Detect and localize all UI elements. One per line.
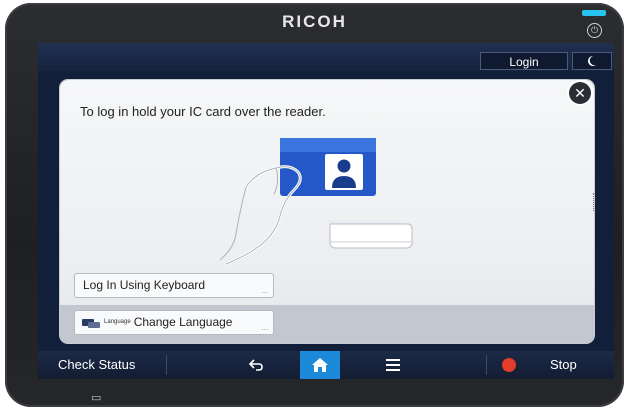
language-icon xyxy=(82,318,100,328)
change-language-button[interactable]: Language Change Language … xyxy=(74,310,274,335)
night-mode-button[interactable] xyxy=(572,52,612,70)
close-icon: ✕ xyxy=(574,85,586,101)
check-status-button[interactable]: Check Status xyxy=(58,351,135,379)
language-caption: Language xyxy=(104,319,131,326)
ic-card-reader-illustration xyxy=(219,138,413,266)
home-icon xyxy=(312,358,328,372)
moon-icon xyxy=(588,56,596,66)
back-arrow-icon xyxy=(248,359,263,371)
stop-label: Stop xyxy=(550,357,577,372)
bar-divider xyxy=(486,355,487,375)
dialog-footer: Language Change Language … xyxy=(60,305,594,343)
menu-icon xyxy=(386,359,400,371)
top-bar: Login xyxy=(38,43,614,71)
back-button[interactable] xyxy=(248,351,272,379)
close-button[interactable]: ✕ xyxy=(569,82,591,104)
menu-button[interactable] xyxy=(386,351,406,379)
side-handle xyxy=(593,193,598,211)
stop-icon xyxy=(502,358,516,372)
device-bezel: RICOH ⏻ Login To log in hold your IC car… xyxy=(5,3,624,407)
login-dialog: To log in hold your IC card over the rea… xyxy=(60,80,594,343)
touch-screen: Login To log in hold your IC card over t… xyxy=(38,43,614,379)
status-led xyxy=(582,10,606,16)
more-dots-icon: … xyxy=(261,323,269,332)
change-language-label: Change Language xyxy=(133,315,233,329)
login-button[interactable]: Login xyxy=(480,52,568,70)
home-button[interactable] xyxy=(300,351,340,379)
check-status-label: Check Status xyxy=(58,357,136,372)
more-dots-icon: … xyxy=(261,286,269,295)
bottom-bar: Check Status Stop xyxy=(38,351,614,379)
brand-logo: RICOH xyxy=(282,12,347,31)
power-status-icon: ⏻ xyxy=(587,23,602,38)
login-instruction: To log in hold your IC card over the rea… xyxy=(80,104,326,119)
bar-divider xyxy=(166,355,167,375)
stop-button[interactable]: Stop xyxy=(550,351,577,379)
keyboard-login-label: Log In Using Keyboard xyxy=(83,278,206,292)
data-in-icon: ▭ xyxy=(91,392,102,404)
keyboard-login-button[interactable]: Log In Using Keyboard … xyxy=(74,273,274,298)
